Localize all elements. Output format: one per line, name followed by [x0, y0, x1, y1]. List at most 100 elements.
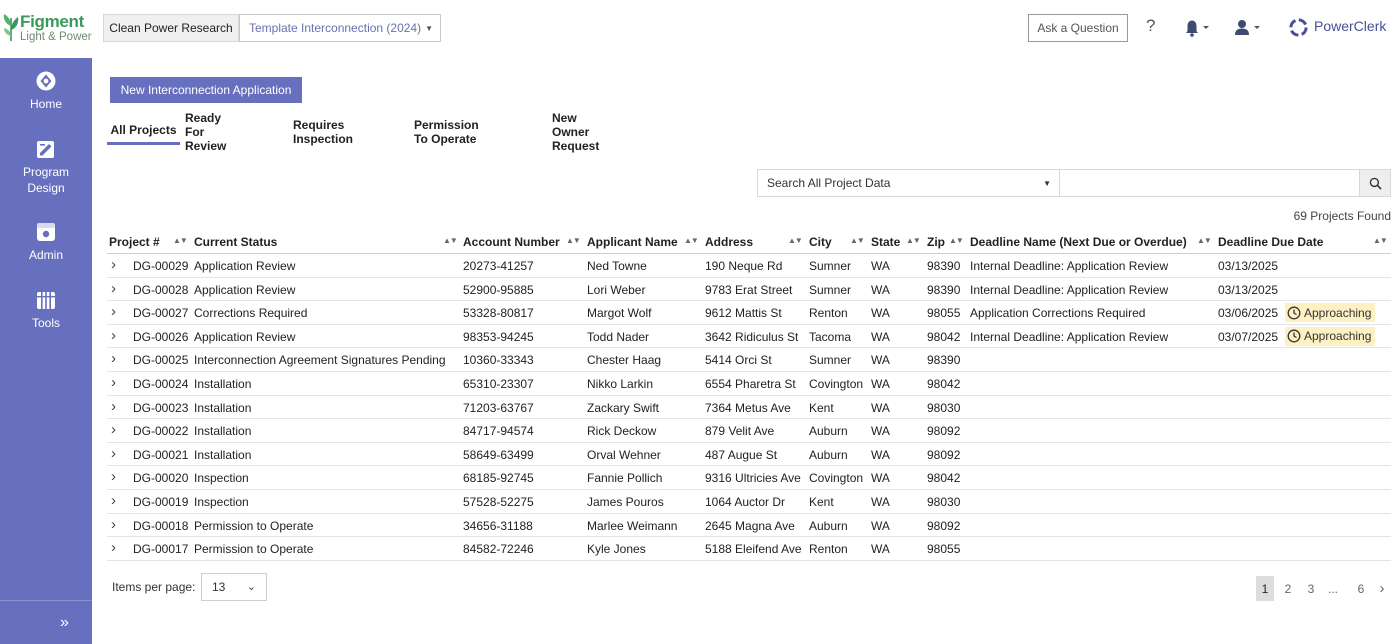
cell-project-id[interactable]: DG-00020 — [133, 471, 188, 485]
cell-project-id[interactable]: DG-00027 — [133, 306, 188, 320]
cell-applicant-name: Todd Nader — [587, 329, 650, 344]
page-button-3[interactable]: 3 — [1302, 576, 1320, 601]
cell-project-id[interactable]: DG-00024 — [133, 377, 188, 391]
tab-new-owner-request[interactable]: New Owner Request — [552, 111, 599, 153]
table-row[interactable]: › DG-00018 Permission to Operate 34656-3118… — [107, 514, 1391, 538]
next-page-icon[interactable]: › — [1373, 576, 1391, 601]
table-row[interactable]: › DG-00023 Installation 71203-63767 Zackary … — [107, 396, 1391, 420]
sort-icon[interactable]: ▲▼ — [1197, 236, 1212, 245]
expand-row-chevron-icon[interactable]: › — [111, 327, 116, 344]
page-button-2[interactable]: 2 — [1279, 576, 1297, 601]
cell-deadline-due-date: 03/07/2025 — [1218, 329, 1279, 344]
table-row[interactable]: › DG-00026 Application Review 98353-94245 To… — [107, 325, 1391, 349]
figment-logo[interactable]: Figment Light & Power — [0, 10, 96, 46]
tab-all-projects[interactable]: All Projects — [107, 118, 180, 145]
sidebar-item-home[interactable]: Home — [0, 70, 92, 112]
caret-down-icon: ▼ — [1043, 179, 1051, 188]
sort-icon[interactable]: ▲▼ — [684, 236, 699, 245]
column-header-deadline-name[interactable]: Deadline Name (Next Due or Overdue) — [970, 235, 1187, 249]
sort-icon[interactable]: ▲▼ — [566, 236, 581, 245]
cell-project-id[interactable]: DG-00019 — [133, 495, 188, 509]
search-scope-select[interactable]: Search All Project Data ▼ — [758, 170, 1060, 196]
expand-row-chevron-icon[interactable]: › — [111, 398, 116, 415]
column-header-address[interactable]: Address — [705, 235, 753, 249]
cell-account-number: 84582-72246 — [463, 542, 534, 557]
table-row[interactable]: › DG-00024 Installation 65310-23307 Nikko La… — [107, 372, 1391, 396]
tenant-button[interactable]: Clean Power Research — [103, 14, 239, 42]
column-header-project[interactable]: Project # — [109, 235, 160, 249]
table-row[interactable]: › DG-00017 Permission to Operate 84582-7224… — [107, 537, 1391, 561]
expand-sidebar-icon[interactable]: » — [60, 614, 69, 632]
program-design-icon — [37, 141, 54, 158]
cell-city: Kent — [809, 494, 834, 509]
new-interconnection-application-button[interactable]: New Interconnection Application — [110, 77, 302, 103]
sort-active-icon[interactable]: ▲▼ — [173, 236, 188, 245]
table-row[interactable]: › DG-00025 Interconnection Agreement Signa… — [107, 348, 1391, 372]
column-header-city[interactable]: City — [809, 235, 832, 249]
expand-row-chevron-icon[interactable]: › — [111, 421, 116, 438]
table-row[interactable]: › DG-00027 Corrections Required 53328-80817… — [107, 301, 1391, 325]
cell-project-id[interactable]: DG-00021 — [133, 448, 188, 462]
cell-city: Renton — [809, 306, 848, 321]
tab-ready-for-review[interactable]: Ready For Review — [185, 111, 226, 153]
column-header-deadline-due-date[interactable]: Deadline Due Date — [1218, 235, 1323, 249]
sort-icon[interactable]: ▲▼ — [443, 236, 458, 245]
search-button[interactable] — [1359, 170, 1390, 196]
cell-project-id[interactable]: DG-00028 — [133, 283, 188, 297]
template-select[interactable]: Template Interconnection (2024) ▼ — [239, 14, 441, 42]
cell-project-id[interactable]: DG-00029 — [133, 259, 188, 273]
table-row[interactable]: › DG-00021 Installation 58649-63499 Orval We… — [107, 443, 1391, 467]
tab-permission-to-operate[interactable]: Permission To Operate — [414, 118, 479, 146]
sort-icon[interactable]: ▲▼ — [850, 236, 865, 245]
items-per-page-select[interactable]: 13 ⌄ — [201, 573, 267, 601]
notifications-bell-icon[interactable] — [1184, 18, 1210, 38]
column-header-current-status[interactable]: Current Status — [194, 235, 277, 249]
ask-question-button[interactable]: Ask a Question — [1028, 14, 1128, 42]
expand-row-chevron-icon[interactable]: › — [111, 445, 116, 462]
column-header-zip[interactable]: Zip — [927, 235, 945, 249]
cell-project-id[interactable]: DG-00018 — [133, 519, 188, 533]
table-row[interactable]: › DG-00028 Application Review 52900-95885 Lo… — [107, 278, 1391, 302]
sidebar-item-program-design[interactable]: Program Design — [0, 138, 92, 196]
help-icon[interactable]: ? — [1146, 16, 1155, 36]
sidebar-item-label: Admin — [28, 248, 63, 262]
cell-project-id[interactable]: DG-00022 — [133, 424, 188, 438]
cell-state: WA — [871, 259, 890, 273]
search-input[interactable] — [1061, 170, 1359, 196]
table-row[interactable]: › DG-00022 Installation 84717-94574 Rick Dec… — [107, 419, 1391, 443]
expand-row-chevron-icon[interactable]: › — [111, 303, 116, 320]
sort-icon[interactable]: ▲▼ — [788, 236, 803, 245]
cell-deadline-due-date: 03/13/2025 — [1218, 282, 1279, 297]
sidebar-item-tools[interactable]: Tools — [0, 289, 92, 331]
sort-icon[interactable]: ▲▼ — [906, 236, 921, 245]
expand-row-chevron-icon[interactable]: › — [111, 539, 116, 556]
expand-row-chevron-icon[interactable]: › — [111, 280, 116, 297]
column-header-applicant-name[interactable]: Applicant Name — [587, 235, 678, 249]
table-row[interactable]: › DG-00019 Inspection 57528-52275 James Pour… — [107, 490, 1391, 514]
expand-row-chevron-icon[interactable]: › — [111, 350, 116, 367]
expand-row-chevron-icon[interactable]: › — [111, 468, 116, 485]
cell-project-id[interactable]: DG-00025 — [133, 353, 188, 367]
cell-project-id[interactable]: DG-00026 — [133, 330, 188, 344]
page-button-6[interactable]: 6 — [1352, 576, 1370, 601]
sort-icon[interactable]: ▲▼ — [1373, 236, 1388, 245]
sidebar-item-admin[interactable]: Admin — [0, 221, 92, 263]
table-row[interactable]: › DG-00020 Inspection 68185-92745 Fannie Pol… — [107, 466, 1391, 490]
page-button-1[interactable]: 1 — [1256, 576, 1274, 601]
table-row[interactable]: › DG-00029 Application Review 20273-41257 Ne… — [107, 254, 1391, 278]
sidebar: Home Program Design Admin Tools » — [0, 58, 92, 644]
cell-project-id[interactable]: DG-00017 — [133, 542, 188, 556]
expand-row-chevron-icon[interactable]: › — [111, 492, 116, 509]
user-menu-icon[interactable] — [1233, 18, 1261, 38]
cell-project-id[interactable]: DG-00023 — [133, 401, 188, 415]
cell-applicant-name: Margot Wolf — [587, 306, 652, 321]
column-header-account-number[interactable]: Account Number — [463, 235, 560, 249]
expand-row-chevron-icon[interactable]: › — [111, 256, 116, 273]
sort-icon[interactable]: ▲▼ — [949, 236, 964, 245]
expand-row-chevron-icon[interactable]: › — [111, 374, 116, 391]
tab-requires-inspection[interactable]: Requires Inspection — [293, 118, 353, 146]
cell-applicant-name: Chester Haag — [587, 353, 662, 368]
expand-row-chevron-icon[interactable]: › — [111, 516, 116, 533]
column-header-state[interactable]: State — [871, 235, 900, 249]
cell-applicant-name: Marlee Weimann — [587, 518, 678, 533]
